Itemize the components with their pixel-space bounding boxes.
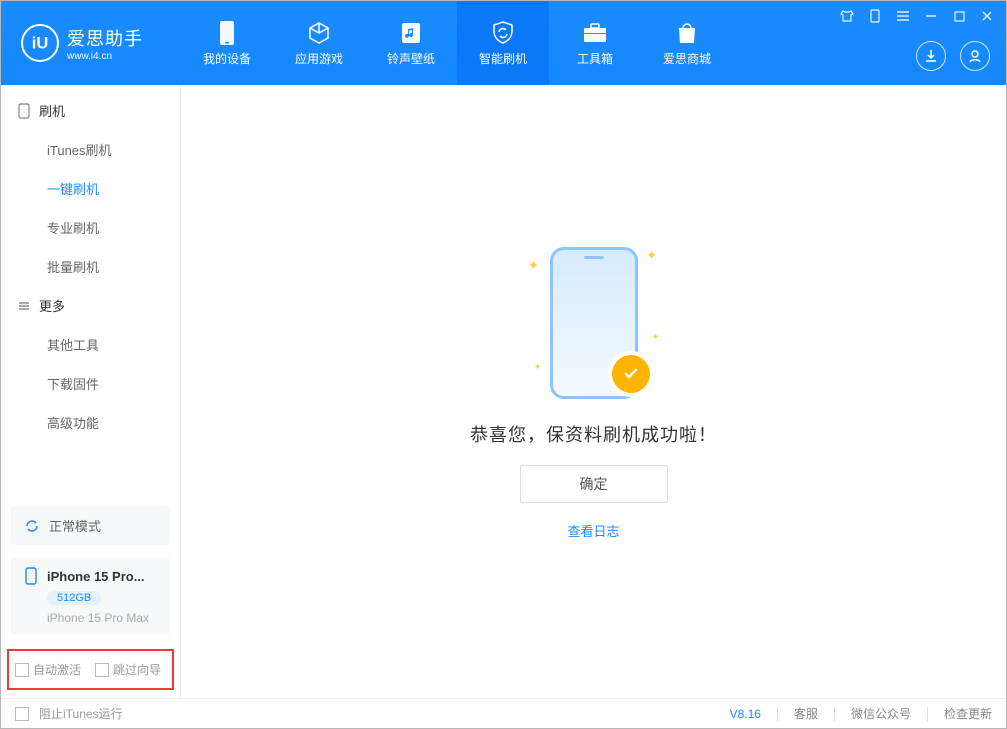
logo-icon: iU <box>21 24 59 62</box>
footer: 阻止iTunes运行 V8.16 客服 微信公众号 检查更新 <box>1 698 1006 728</box>
nav-label: 智能刷机 <box>479 50 527 67</box>
skip-guide-checkbox[interactable] <box>95 663 109 677</box>
sidebar-item-download-firmware[interactable]: 下载固件 <box>1 364 180 403</box>
nav-toolbox[interactable]: 工具箱 <box>549 1 641 85</box>
close-icon[interactable] <box>980 9 994 23</box>
ok-button[interactable]: 确定 <box>520 465 668 503</box>
refresh-shield-icon <box>490 20 516 46</box>
nav-label: 应用游戏 <box>295 50 343 67</box>
more-lines-icon <box>17 299 31 313</box>
sparkle-icon: ✦ <box>534 362 542 373</box>
app-subtitle: www.i4.cn <box>67 51 143 62</box>
music-note-icon <box>398 20 424 46</box>
window-controls <box>840 9 994 23</box>
success-illustration: ✦ ✦ ✦ ✦ <box>544 243 644 403</box>
cube-icon <box>306 20 332 46</box>
main-nav: 我的设备 应用游戏 铃声壁纸 智能刷机 工具箱 爱思商城 <box>181 1 733 85</box>
sidebar-item-itunes-flash[interactable]: iTunes刷机 <box>1 130 180 169</box>
wechat-link[interactable]: 微信公众号 <box>851 705 911 722</box>
block-itunes-checkbox[interactable] <box>15 707 29 721</box>
device-model: iPhone 15 Pro Max <box>47 611 158 625</box>
sidebar-group-more[interactable]: 更多 <box>1 286 180 325</box>
skin-icon[interactable] <box>840 9 854 23</box>
auto-activate-label: 自动激活 <box>33 661 81 678</box>
support-link[interactable]: 客服 <box>794 705 818 722</box>
mode-label: 正常模式 <box>49 516 101 535</box>
maximize-icon[interactable] <box>952 9 966 23</box>
sidebar-item-oneclick-flash[interactable]: 一键刷机 <box>1 169 180 208</box>
divider <box>777 707 778 721</box>
sidebar-item-other-tools[interactable]: 其他工具 <box>1 325 180 364</box>
nav-apps-games[interactable]: 应用游戏 <box>273 1 365 85</box>
app-logo[interactable]: iU 爱思助手 www.i4.cn <box>1 24 181 62</box>
sidebar-item-pro-flash[interactable]: 专业刷机 <box>1 208 180 247</box>
mode-card[interactable]: 正常模式 <box>11 506 170 545</box>
refresh-icon <box>23 517 41 535</box>
nav-label: 工具箱 <box>577 50 613 67</box>
briefcase-icon <box>582 20 608 46</box>
device-name: iPhone 15 Pro... <box>47 569 145 584</box>
checkmark-badge-icon <box>612 355 650 393</box>
phone-icon <box>214 20 240 46</box>
skip-guide-label: 跳过向导 <box>113 661 161 678</box>
activation-options-box: 自动激活 跳过向导 <box>7 649 174 690</box>
auto-activate-checkbox[interactable] <box>15 663 29 677</box>
block-itunes-label: 阻止iTunes运行 <box>39 705 123 722</box>
account-button[interactable] <box>960 41 990 71</box>
version-label: V8.16 <box>730 707 761 721</box>
sparkle-icon: ✦ <box>651 332 659 343</box>
nav-label: 爱思商城 <box>663 50 711 67</box>
minimize-icon[interactable] <box>924 9 938 23</box>
storage-badge: 512GB <box>47 591 101 605</box>
nav-my-device[interactable]: 我的设备 <box>181 1 273 85</box>
sidebar: 刷机 iTunes刷机 一键刷机 专业刷机 批量刷机 更多 其他工具 下载固件 … <box>1 85 181 698</box>
main-content: ✦ ✦ ✦ ✦ 恭喜您，保资料刷机成功啦！ 确定 查看日志 <box>181 85 1006 698</box>
group-title: 更多 <box>39 296 65 315</box>
sidebar-item-advanced[interactable]: 高级功能 <box>1 403 180 442</box>
sidebar-item-batch-flash[interactable]: 批量刷机 <box>1 247 180 286</box>
nav-ringtones-wallpapers[interactable]: 铃声壁纸 <box>365 1 457 85</box>
svg-text:iU: iU <box>32 35 49 53</box>
nav-label: 铃声壁纸 <box>387 50 435 67</box>
sparkle-icon: ✦ <box>528 257 540 274</box>
sparkle-icon: ✦ <box>646 247 658 264</box>
group-title: 刷机 <box>39 101 65 120</box>
nav-smart-flash[interactable]: 智能刷机 <box>457 1 549 85</box>
device-phone-icon <box>23 567 39 585</box>
nav-label: 我的设备 <box>203 50 251 67</box>
phone-link-icon[interactable] <box>868 9 882 23</box>
view-log-link[interactable]: 查看日志 <box>567 521 619 540</box>
menu-icon[interactable] <box>896 9 910 23</box>
phone-outline-icon <box>17 103 31 119</box>
nav-store[interactable]: 爱思商城 <box>641 1 733 85</box>
divider <box>927 707 928 721</box>
check-update-link[interactable]: 检查更新 <box>944 705 992 722</box>
divider <box>834 707 835 721</box>
app-title: 爱思助手 <box>67 25 143 51</box>
sidebar-group-flash[interactable]: 刷机 <box>1 91 180 130</box>
success-message: 恭喜您，保资料刷机成功啦！ <box>470 421 717 447</box>
shopping-bag-icon <box>674 20 700 46</box>
download-button[interactable] <box>916 41 946 71</box>
device-card[interactable]: iPhone 15 Pro... 512GB iPhone 15 Pro Max <box>11 557 170 635</box>
